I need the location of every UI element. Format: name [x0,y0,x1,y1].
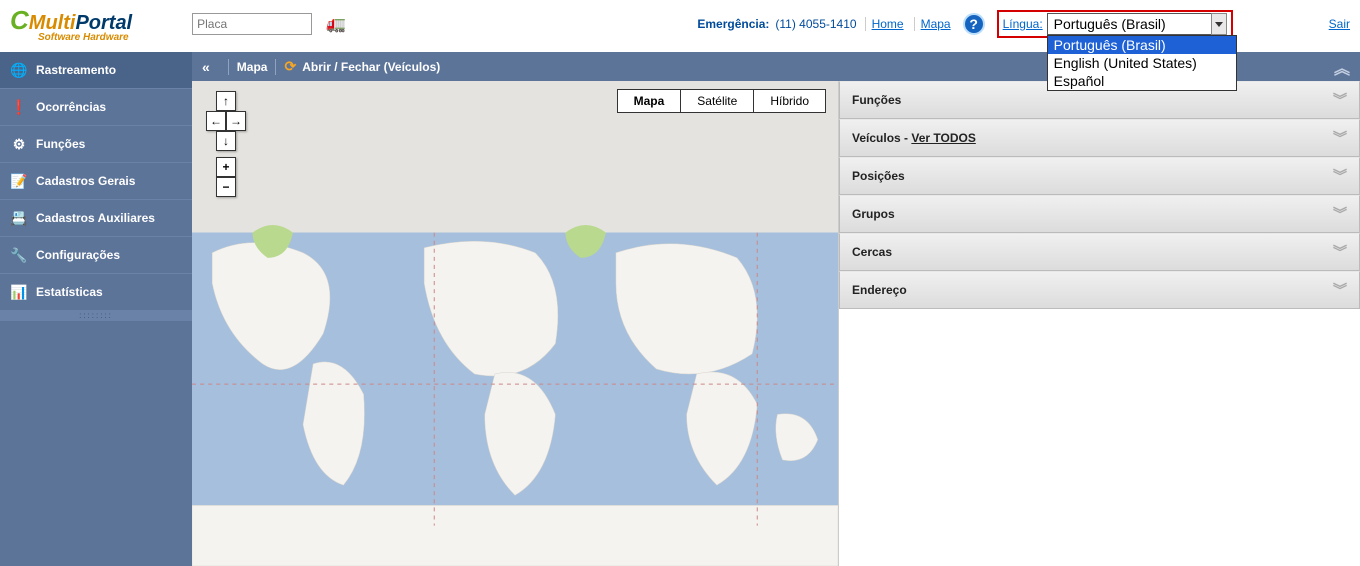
chevron-down-icon: ︾ [1333,90,1347,110]
chevron-down-icon: ︾ [1333,280,1347,300]
language-option-en[interactable]: English (United States) [1048,54,1236,72]
panel-posicoes[interactable]: Posições ︾ [839,157,1360,195]
logo: CMultiPortal Software Hardware [10,5,132,43]
map-pan-zoom-controls: ↑ ←→ ↓ + − [206,91,246,197]
sidebar-item-funcoes[interactable]: ⚙ Funções [0,126,192,163]
search-input[interactable] [192,13,312,35]
ver-todos-link[interactable]: Ver TODOS [911,131,975,145]
toolbar-abrir-fechar[interactable]: Abrir / Fechar (Veículos) [302,60,440,74]
sidebar-item-label: Ocorrências [36,100,106,114]
sidebar-item-label: Rastreamento [36,63,116,77]
sidebar-item-ocorrencias[interactable]: ❗ Ocorrências [0,89,192,126]
language-dropdown: Português (Brasil) English (United State… [1047,35,1237,91]
divider [275,59,276,75]
pan-up-button[interactable]: ↑ [216,91,236,111]
panel-endereco[interactable]: Endereço ︾ [839,271,1360,309]
panel-label: Grupos [852,207,895,221]
divider [228,59,229,75]
emergency-label: Emergência: [697,17,769,31]
header-right: Emergência: (11) 4055-1410 Home Mapa ? L… [697,10,1350,38]
sidebar-item-cadastros-gerais[interactable]: 📝 Cadastros Gerais [0,163,192,200]
panel-cercas[interactable]: Cercas ︾ [839,233,1360,271]
world-map [192,81,838,566]
pan-right-button[interactable]: → [226,111,246,131]
chevron-down-icon: ︾ [1333,242,1347,262]
vehicle-search-icon[interactable]: 🚛 [326,14,346,34]
mapa-link[interactable]: Mapa [914,17,951,31]
panel-label: Endereço [852,283,907,297]
edit-icon: 📝 [10,172,28,190]
map-area[interactable]: ↑ ←→ ↓ + − Mapa Satélite Híbrido [192,81,838,566]
sidebar-item-label: Cadastros Gerais [36,174,135,188]
toolbar-mapa-label: Mapa [237,60,268,74]
pan-left-button[interactable]: ← [206,111,226,131]
content: « Mapa ⟳ Abrir / Fechar (Veículos) ︽ [192,52,1360,566]
alert-icon: ❗ [10,98,28,116]
collapse-icon[interactable]: « [202,59,210,75]
main: 🌐 Rastreamento ❗ Ocorrências ⚙ Funções 📝… [0,52,1360,566]
chevron-down-icon: ︾ [1333,128,1347,148]
map-type-control: Mapa Satélite Híbrido [617,89,826,113]
panel-label: Posições [852,169,905,183]
header: CMultiPortal Software Hardware 🚛 Emergên… [0,0,1360,52]
gear-icon: ⚙ [10,135,28,153]
pan-down-button[interactable]: ↓ [216,131,236,151]
globe-icon: 🌐 [10,61,28,79]
help-icon[interactable]: ? [963,13,985,35]
language-select[interactable]: Português (Brasil) Português (Brasil) En… [1047,13,1227,35]
sidebar-item-configuracoes[interactable]: 🔧 Configurações [0,237,192,274]
chevron-down-icon: ︾ [1333,166,1347,186]
zoom-out-button[interactable]: − [216,177,236,197]
language-option-es[interactable]: Español [1048,72,1236,90]
sidebar-grip[interactable]: :::::::: [0,311,192,321]
sidebar-item-label: Configurações [36,248,120,262]
cards-icon: 📇 [10,209,28,227]
panel-label: Funções [852,93,901,107]
panel-label: Cercas [852,245,892,259]
panel-veiculos[interactable]: Veículos - Ver TODOS ︾ [839,119,1360,157]
chevron-down-icon[interactable] [1211,13,1227,35]
expand-all-icon[interactable]: ︽ [1334,55,1350,79]
panel-grupos[interactable]: Grupos ︾ [839,195,1360,233]
chart-icon: 📊 [10,283,28,301]
sidebar: 🌐 Rastreamento ❗ Ocorrências ⚙ Funções 📝… [0,52,192,566]
panel-label: Veículos - Ver TODOS [852,131,976,145]
language-box: Língua: Português (Brasil) Português (Br… [997,10,1233,38]
language-current[interactable]: Português (Brasil) [1047,13,1227,35]
map-type-hibrido[interactable]: Híbrido [754,90,825,112]
map-type-mapa[interactable]: Mapa [618,90,682,112]
sidebar-item-estatisticas[interactable]: 📊 Estatísticas [0,274,192,311]
right-panels: Funções ︾ Veículos - Ver TODOS ︾ Posiçõe… [838,81,1360,566]
sidebar-item-rastreamento[interactable]: 🌐 Rastreamento [0,52,192,89]
sidebar-item-label: Estatísticas [36,285,103,299]
language-label: Língua: [1003,17,1043,31]
logout-link[interactable]: Sair [1329,17,1350,31]
wrench-icon: 🔧 [10,246,28,264]
home-link[interactable]: Home [865,17,904,31]
sidebar-item-label: Cadastros Auxiliares [36,211,155,225]
zoom-in-button[interactable]: + [216,157,236,177]
content-body: ↑ ←→ ↓ + − Mapa Satélite Híbrido Funções [192,81,1360,566]
sidebar-item-cadastros-auxiliares[interactable]: 📇 Cadastros Auxiliares [0,200,192,237]
language-option-pt[interactable]: Português (Brasil) [1048,36,1236,54]
emergency-phone: (11) 4055-1410 [775,17,856,31]
refresh-icon[interactable]: ⟳ [284,58,296,75]
sidebar-item-label: Funções [36,137,85,151]
map-type-satelite[interactable]: Satélite [681,90,754,112]
chevron-down-icon: ︾ [1333,204,1347,224]
